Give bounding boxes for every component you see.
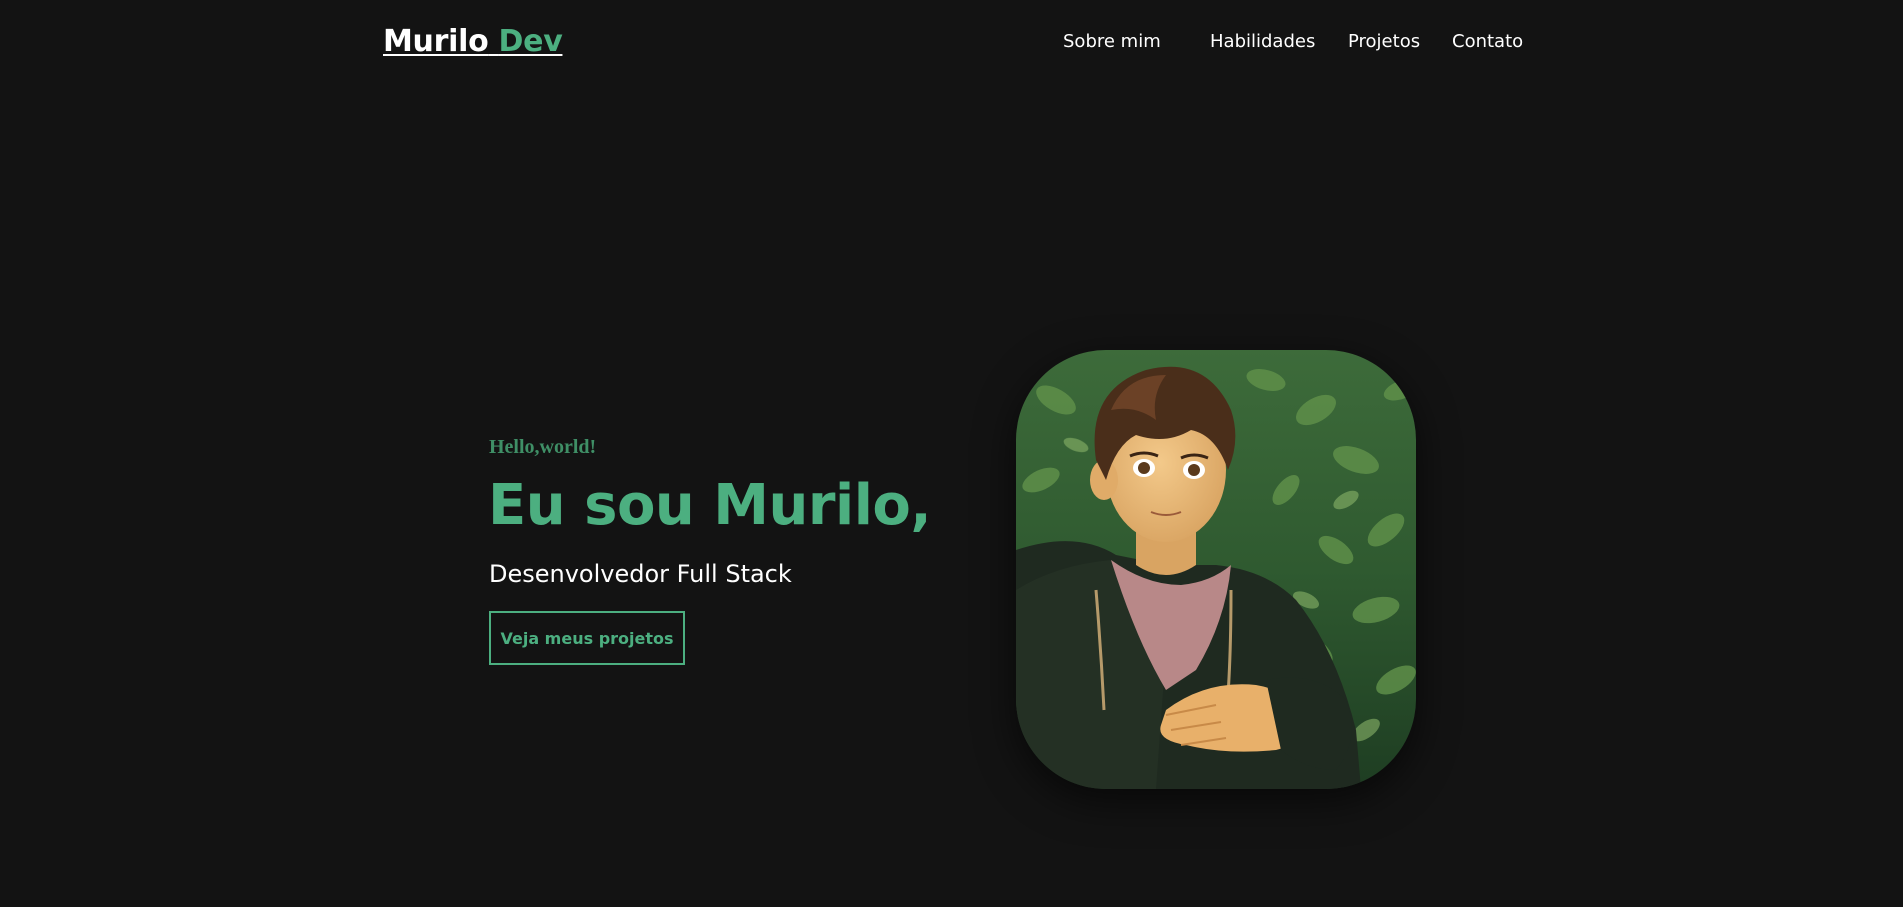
nav-link-projetos[interactable]: Projetos — [1348, 30, 1452, 54]
logo-link[interactable]: Murilo Dev — [383, 22, 563, 62]
hero-headline: Eu sou Murilo, — [488, 473, 932, 538]
view-projects-button[interactable]: Veja meus projetos — [489, 611, 685, 665]
page: Murilo Dev Sobre mim Habilidades Projeto… — [0, 0, 1903, 907]
logo-accent: Dev — [498, 24, 563, 59]
nav-link-sobre-mim[interactable]: Sobre mim — [1063, 30, 1210, 54]
profile-portrait — [1016, 350, 1416, 789]
portrait-illustration — [1016, 350, 1416, 789]
main-nav: Sobre mim Habilidades Projetos Contato — [1063, 30, 1532, 54]
nav-link-contato[interactable]: Contato — [1452, 30, 1532, 54]
hero-greeting: Hello,world! — [489, 436, 597, 458]
nav-link-habilidades[interactable]: Habilidades — [1210, 30, 1348, 54]
logo-main: Murilo — [383, 24, 489, 59]
hero-subtitle: Desenvolvedor Full Stack — [489, 560, 792, 588]
